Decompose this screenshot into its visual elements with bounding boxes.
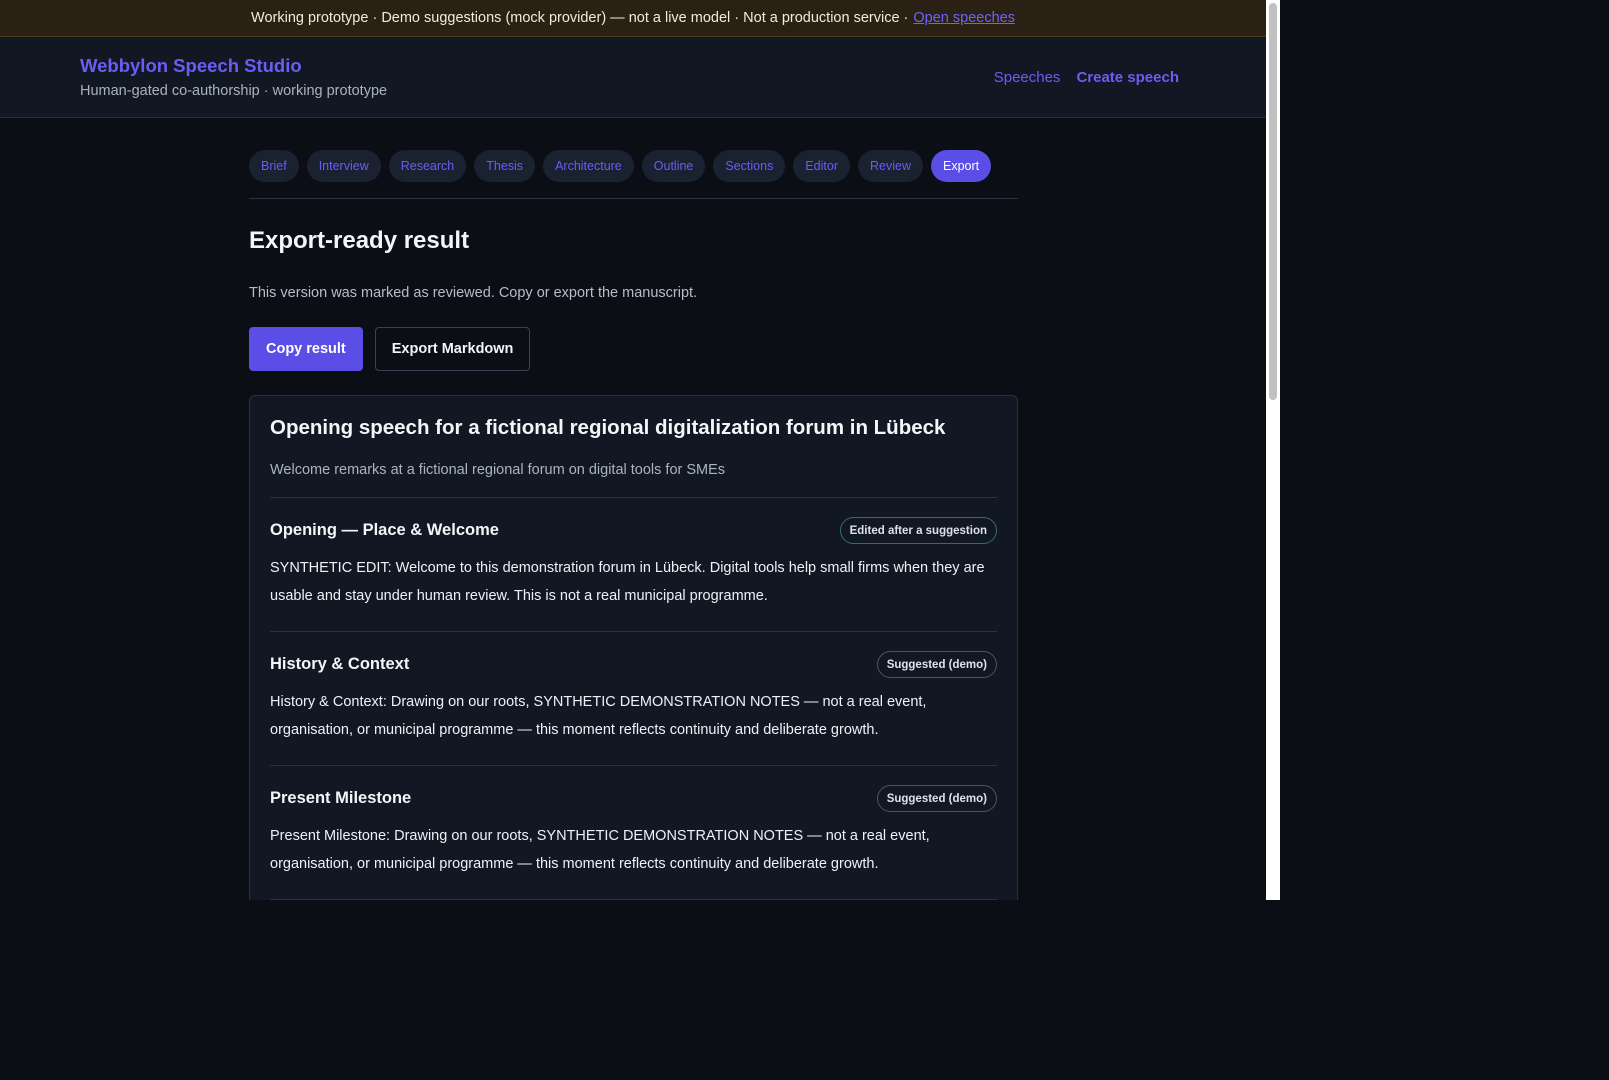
browser-viewport: Working prototype · Demo suggestions (mo… xyxy=(0,0,1266,900)
step-research[interactable]: Research xyxy=(388,150,467,182)
manuscript-section: Present Milestone Suggested (demo) Prese… xyxy=(270,766,997,900)
section-header: History & Context Suggested (demo) xyxy=(270,651,997,678)
top-nav: Speeches Create speech xyxy=(994,69,1179,86)
section-header: Opening — Place & Welcome Edited after a… xyxy=(270,517,997,544)
section-header: Present Milestone Suggested (demo) xyxy=(270,785,997,812)
section-body: History & Context: Drawing on our roots,… xyxy=(270,694,927,738)
suggested-badge: Suggested (demo) xyxy=(876,651,997,678)
section-body: SYNTHETIC EDIT: Welcome to this demonstr… xyxy=(270,560,985,604)
section-title: Opening — Place & Welcome xyxy=(270,521,499,539)
step-review[interactable]: Review xyxy=(857,150,923,182)
step-brief[interactable]: Brief xyxy=(249,150,299,182)
section-title: Present Milestone xyxy=(270,789,412,807)
manuscript-card: Opening speech for a fictional regional … xyxy=(249,395,1018,900)
step-sections[interactable]: Sections xyxy=(713,150,786,182)
step-editor[interactable]: Editor xyxy=(793,150,850,182)
nav-speeches-link[interactable]: Speeches xyxy=(994,69,1061,86)
section-body: Present Milestone: Drawing on our roots,… xyxy=(270,828,930,872)
banner-text: Working prototype · Demo suggestions (mo… xyxy=(251,10,909,26)
section-title: History & Context xyxy=(270,655,410,673)
step-outline[interactable]: Outline xyxy=(641,150,706,182)
app-header: Webbylon Speech Studio Human-gated co-au… xyxy=(0,37,1266,118)
brand: Webbylon Speech Studio Human-gated co-au… xyxy=(80,55,387,99)
manuscript-title: Opening speech for a fictional regional … xyxy=(270,416,946,439)
export-markdown-button[interactable]: Export Markdown xyxy=(374,327,531,371)
prototype-banner: Working prototype · Demo suggestions (mo… xyxy=(0,0,1266,37)
nav-create-speech-link[interactable]: Create speech xyxy=(1076,69,1179,86)
app-subtitle: Human-gated co-authorship · working prot… xyxy=(80,83,388,99)
manuscript-section: History & Context Suggested (demo) Histo… xyxy=(270,632,997,766)
page-description: This version was marked as reviewed. Cop… xyxy=(249,285,698,301)
manuscript-subtitle: Welcome remarks at a fictional regional … xyxy=(270,462,997,498)
step-architecture[interactable]: Architecture xyxy=(543,150,634,182)
open-speeches-link[interactable]: Open speeches xyxy=(913,10,1015,26)
copy-result-button[interactable]: Copy result xyxy=(249,327,363,371)
step-thesis[interactable]: Thesis xyxy=(474,150,536,182)
manuscript-section: Opening — Place & Welcome Edited after a… xyxy=(270,498,997,632)
export-actions: Copy result Export Markdown xyxy=(249,327,1018,371)
step-export[interactable]: Export xyxy=(930,150,992,182)
workflow-steps: Brief Interview Research Thesis Architec… xyxy=(249,150,1018,199)
suggested-badge: Suggested (demo) xyxy=(876,785,997,812)
step-interview[interactable]: Interview xyxy=(306,150,381,182)
page-title: Export-ready result xyxy=(249,227,470,254)
vertical-scrollbar[interactable] xyxy=(1266,0,1280,900)
edited-badge: Edited after a suggestion xyxy=(839,517,997,544)
app-title[interactable]: Webbylon Speech Studio xyxy=(80,55,387,77)
scrollbar-thumb[interactable] xyxy=(1269,3,1277,400)
main-content: Brief Interview Research Thesis Architec… xyxy=(249,118,1018,900)
